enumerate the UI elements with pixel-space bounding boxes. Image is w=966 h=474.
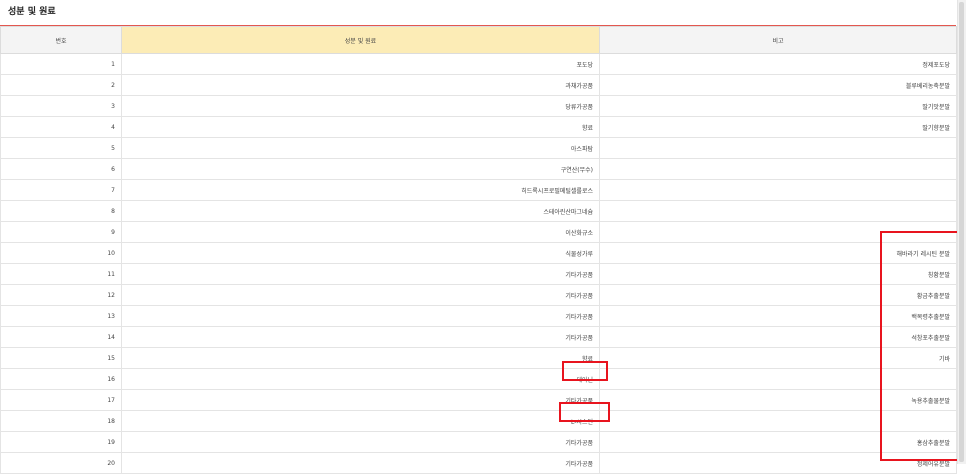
cell-ingredient: L-시스틴: [121, 410, 600, 432]
table-row: 19 기타가공품 홍삼추출분말: [0, 431, 957, 453]
table-row: 3 당류가공품 딸기맛분말: [0, 95, 957, 117]
cell-number: 16: [0, 368, 122, 390]
cell-ingredient: 스테아린산마그네슘: [121, 200, 600, 222]
vertical-scrollbar[interactable]: [957, 0, 966, 464]
cell-number: 11: [0, 263, 122, 285]
cell-number: 3: [0, 95, 122, 117]
cell-number: 17: [0, 389, 122, 411]
table-row: 8 스테아린산마그네슘: [0, 200, 957, 222]
table-row: 7 히드록시프로필메틸셀룰로스: [0, 179, 957, 201]
table-header-row: 번호 성분 및 원료 비고: [0, 26, 957, 54]
cell-ingredient: 히드록시프로필메틸셀룰로스: [121, 179, 600, 201]
cell-number: 12: [0, 284, 122, 306]
cell-ingredient: 기타가공품: [121, 431, 600, 453]
table-row: 16 테아닌: [0, 368, 957, 390]
header-number: 번호: [0, 26, 122, 54]
cell-ingredient: 당류가공품: [121, 95, 600, 117]
cell-ingredient: 기타가공품: [121, 389, 600, 411]
cell-ingredient: 향료: [121, 116, 600, 138]
cell-note: [599, 158, 957, 180]
table-row: 1 포도당 정제포도당: [0, 53, 957, 75]
scrollbar-thumb[interactable]: [959, 2, 964, 462]
annotation-box-theanine: [562, 361, 608, 381]
cell-ingredient: 기타가공품: [121, 284, 600, 306]
cell-number: 14: [0, 326, 122, 348]
cell-ingredient: 아스파탐: [121, 137, 600, 159]
cell-number: 5: [0, 137, 122, 159]
cell-ingredient: 기타가공품: [121, 305, 600, 327]
section-title: 성분 및 원료: [8, 7, 56, 17]
table-row: 6 구연산(무수): [0, 158, 957, 180]
cell-number: 18: [0, 410, 122, 432]
cell-number: 4: [0, 116, 122, 138]
table-row: 14 기타가공품 석창포추출분말: [0, 326, 957, 348]
ingredients-table: 번호 성분 및 원료 비고 1 포도당 정제포도당 2 과채가공품 블루베리농축분말 3 당류…: [0, 26, 957, 474]
cell-note: [599, 179, 957, 201]
cell-ingredient: 식물성가루: [121, 242, 600, 264]
cell-ingredient: 기타가공품: [121, 452, 600, 474]
table-row: 12 기타가공품 황금추출분말: [0, 284, 957, 306]
table-row: 13 기타가공품 백복령추출분말: [0, 305, 957, 327]
cell-number: 15: [0, 347, 122, 369]
cell-ingredient: 과채가공품: [121, 74, 600, 96]
cell-ingredient: 테아닌: [121, 368, 600, 390]
cell-note: [599, 200, 957, 222]
cell-number: 10: [0, 242, 122, 264]
table-row: 5 아스파탐: [0, 137, 957, 159]
table-row: 4 향료 딸기향분말: [0, 116, 957, 138]
cell-number: 7: [0, 179, 122, 201]
cell-ingredient: 기타가공품: [121, 263, 600, 285]
cell-ingredient: 이산화규소: [121, 221, 600, 243]
cell-note: 블루베리농축분말: [599, 74, 957, 96]
cell-number: 6: [0, 158, 122, 180]
cell-number: 20: [0, 452, 122, 474]
annotation-box-l-cystine: [559, 402, 610, 422]
cell-number: 19: [0, 431, 122, 453]
cell-ingredient: 향료: [121, 347, 600, 369]
table-row: 17 기타가공품 녹용추출물분말: [0, 389, 957, 411]
table-row: 15 향료 기바: [0, 347, 957, 369]
table-row: 20 기타가공품 정제어유분말: [0, 452, 957, 474]
cell-note: [599, 137, 957, 159]
table-row: 2 과채가공품 블루베리농축분말: [0, 74, 957, 96]
ingredients-table-wrap: 번호 성분 및 원료 비고 1 포도당 정제포도당 2 과채가공품 블루베리농축분말 3 당류…: [0, 25, 957, 474]
cell-note: 딸기맛분말: [599, 95, 957, 117]
cell-ingredient: 포도당: [121, 53, 600, 75]
table-row: 9 이산화규소: [0, 221, 957, 243]
annotation-box-notes: [880, 231, 962, 461]
cell-number: 2: [0, 74, 122, 96]
cell-number: 13: [0, 305, 122, 327]
cell-note: 딸기향분말: [599, 116, 957, 138]
table-row: 11 기타가공품 칭황분말: [0, 263, 957, 285]
header-ingredient: 성분 및 원료: [121, 26, 600, 54]
cell-number: 8: [0, 200, 122, 222]
header-note: 비고: [599, 26, 957, 54]
table-row: 18 L-시스틴: [0, 410, 957, 432]
cell-number: 1: [0, 53, 122, 75]
cell-note: 정제포도당: [599, 53, 957, 75]
table-row: 10 식물성가루 해바라기 레시틴 분말: [0, 242, 957, 264]
cell-ingredient: 기타가공품: [121, 326, 600, 348]
cell-ingredient: 구연산(무수): [121, 158, 600, 180]
cell-number: 9: [0, 221, 122, 243]
table-body: 1 포도당 정제포도당 2 과채가공품 블루베리농축분말 3 당류가공품 딸기맛분말 4 향료 딸기향…: [0, 53, 957, 474]
